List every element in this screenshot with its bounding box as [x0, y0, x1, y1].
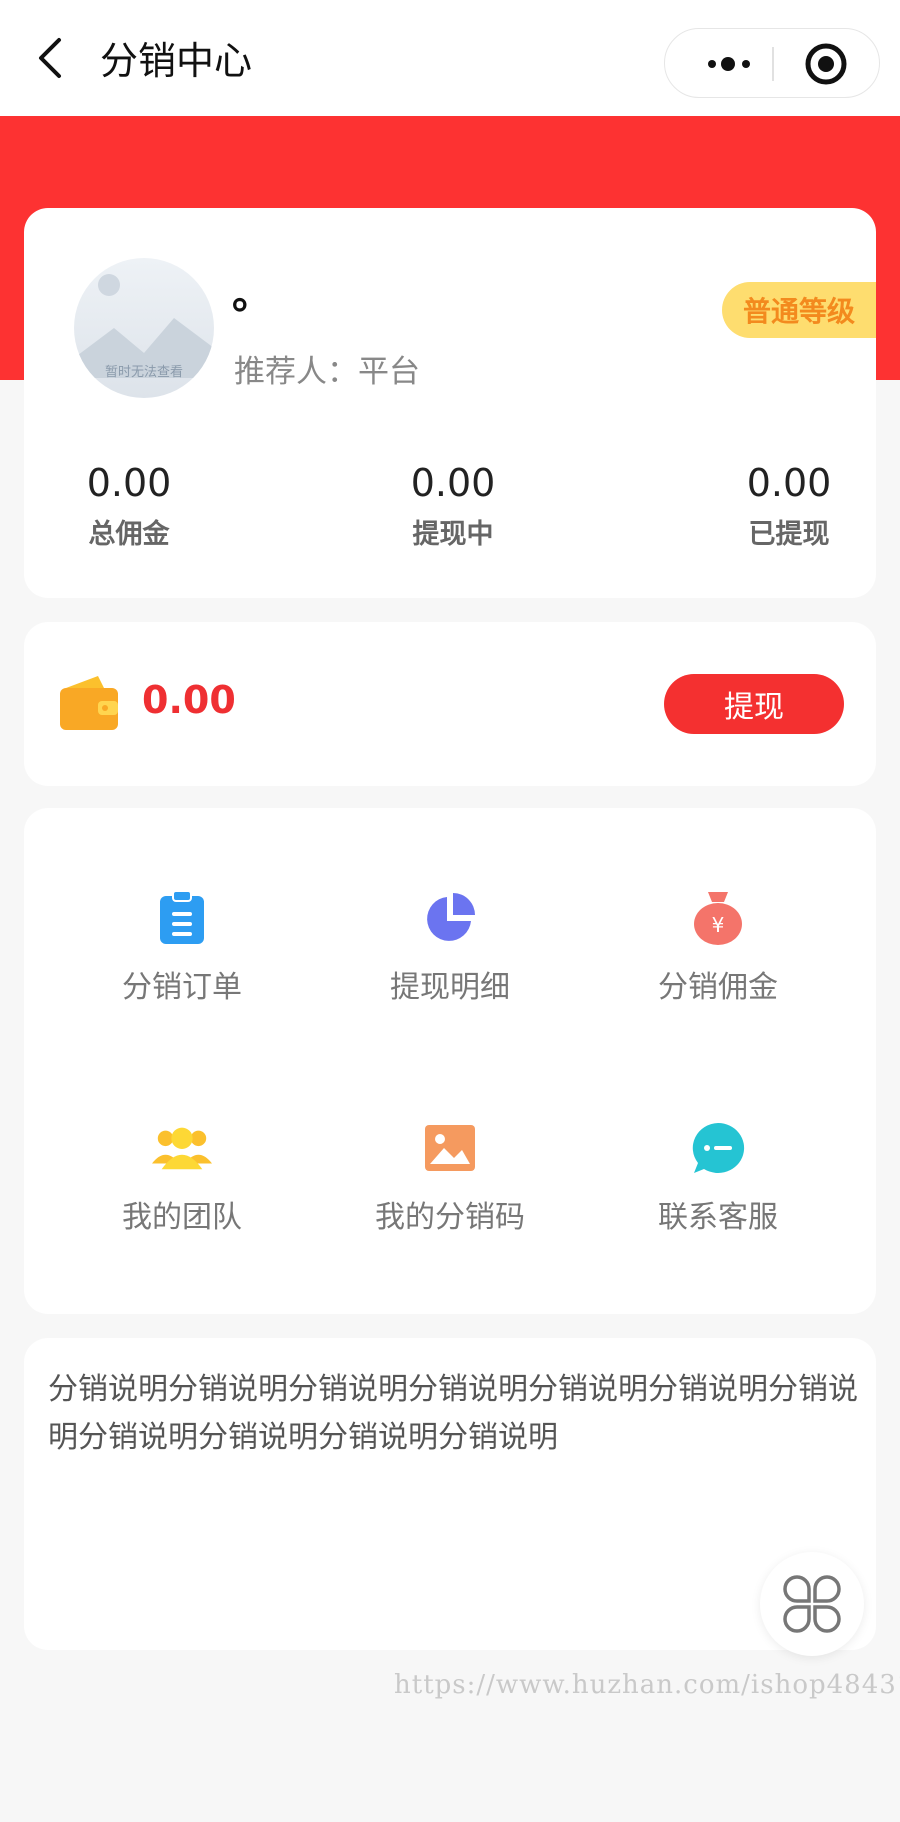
target-icon — [805, 43, 847, 85]
menu-item-withdraw-details[interactable]: 提现明细 — [316, 888, 584, 1058]
stat-value: 0.00 — [746, 461, 832, 505]
menu-item-label: 分销佣金 — [658, 970, 778, 1005]
user-nickname: 。 — [232, 272, 272, 318]
stat-value: 0.00 — [86, 461, 172, 505]
capsule-divider — [772, 47, 774, 81]
pie-chart-icon — [427, 893, 475, 941]
level-badge: 普通等级 — [722, 282, 876, 338]
money-bag-icon: ¥ — [694, 892, 742, 945]
wallet-icon — [60, 676, 118, 730]
chat-bubble-icon — [692, 1122, 745, 1173]
back-button[interactable] — [26, 34, 74, 82]
watermark: https://www.huzhan.com/ishop48431 — [394, 1670, 900, 1700]
stat-withdrawn[interactable]: 0.00 已提现 — [734, 460, 844, 551]
withdraw-button[interactable]: 提现 — [664, 674, 844, 734]
stat-label: 提现中 — [412, 519, 494, 550]
menu-item-label: 提现明细 — [390, 970, 510, 1005]
grid-menu-icon — [783, 1575, 841, 1633]
wallet-balance: 0.00 — [142, 678, 236, 722]
chevron-left-icon — [39, 38, 61, 78]
floating-menu-button[interactable] — [760, 1552, 864, 1656]
stat-label: 总佣金 — [88, 519, 170, 550]
clipboard-icon — [160, 890, 204, 944]
menu-item-label: 我的团队 — [122, 1200, 242, 1235]
distribution-description: 分销说明分销说明分销说明分销说明分销说明分销说明分销说明分销说明分销说明分销说明… — [48, 1372, 858, 1455]
nav-bar: 分销中心 — [0, 0, 900, 116]
menu-item-label: 联系客服 — [658, 1200, 778, 1235]
menu-item-distribution-orders[interactable]: 分销订单 — [48, 888, 316, 1058]
stat-withdrawing[interactable]: 0.00 提现中 — [398, 460, 508, 551]
menu-card: 分销订单 提现明细 ¥ 分销佣金 我的团队 我的分销码 联系客服 — [24, 808, 876, 1314]
svg-text:¥: ¥ — [712, 913, 725, 937]
referrer-text: 推荐人：平台 — [234, 354, 420, 390]
stat-total-commission[interactable]: 0.00 总佣金 — [74, 460, 184, 551]
stat-label: 已提现 — [748, 519, 830, 550]
miniprogram-capsule — [664, 28, 880, 98]
menu-item-my-distribution-code[interactable]: 我的分销码 — [316, 1118, 584, 1288]
menu-item-contact-service[interactable]: 联系客服 — [584, 1118, 852, 1288]
more-button[interactable] — [695, 29, 765, 99]
avatar[interactable]: 暂时无法查看 — [74, 258, 214, 398]
menu-item-label: 分销订单 — [122, 970, 242, 1005]
more-dots-icon — [708, 57, 750, 71]
description-card: 分销说明分销说明分销说明分销说明分销说明分销说明分销说明分销说明分销说明分销说明… — [24, 1338, 876, 1650]
avatar-caption: 暂时无法查看 — [104, 365, 183, 380]
close-miniprogram-button[interactable] — [801, 39, 851, 89]
menu-item-label: 我的分销码 — [375, 1200, 525, 1235]
avatar-placeholder-sun — [98, 274, 120, 296]
menu-item-my-team[interactable]: 我的团队 — [48, 1118, 316, 1288]
wallet-card: 0.00 提现 — [24, 622, 876, 786]
page-title: 分销中心 — [100, 39, 253, 83]
team-icon — [152, 1127, 212, 1170]
profile-card: 暂时无法查看 。 推荐人：平台 普通等级 0.00 总佣金 0.00 提现中 0… — [24, 208, 876, 598]
image-icon — [425, 1125, 475, 1171]
menu-item-distribution-commission[interactable]: ¥ 分销佣金 — [584, 888, 852, 1058]
stat-value: 0.00 — [410, 461, 496, 505]
